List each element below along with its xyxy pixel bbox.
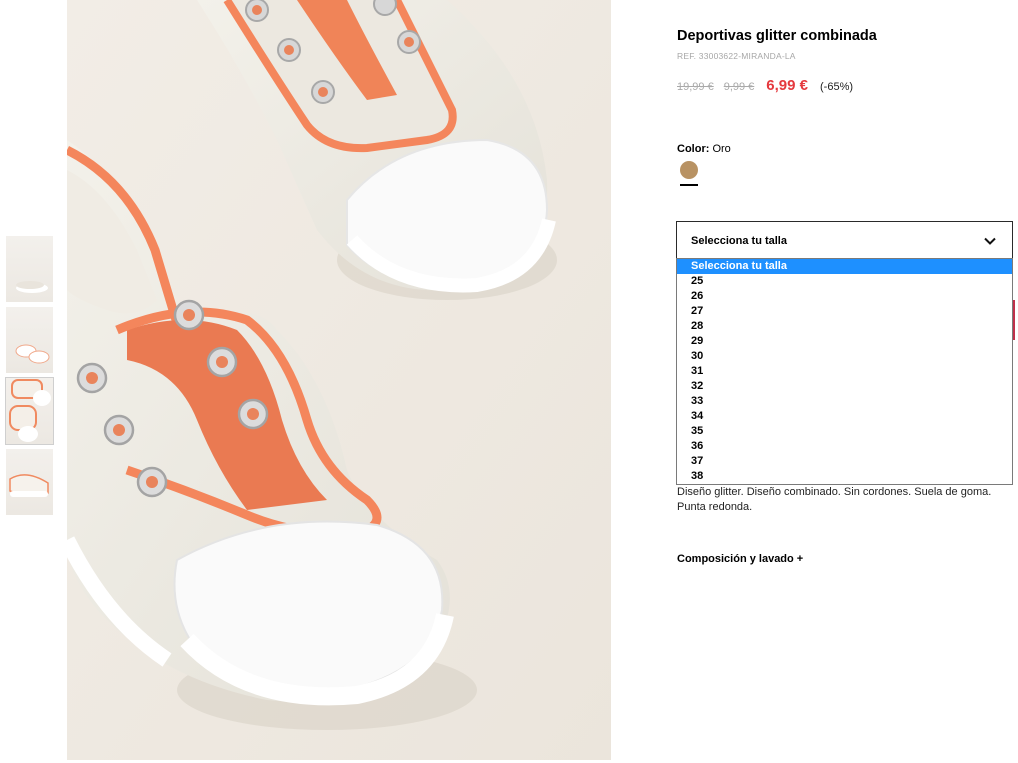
size-option-27[interactable]: 27 (677, 304, 1012, 319)
chevron-down-icon (984, 237, 996, 245)
thumbnail-1-image (16, 281, 48, 293)
size-option-30[interactable]: 30 (677, 349, 1012, 364)
thumbnail-3-image (9, 379, 51, 442)
size-option-37[interactable]: 37 (677, 454, 1012, 469)
price-row: 19,99 € 9,99 € 6,99 € (-65%) (677, 77, 853, 94)
shoe-illustration (67, 0, 611, 760)
size-option-34[interactable]: 34 (677, 409, 1012, 424)
thumbnail-3[interactable] (5, 377, 54, 445)
price-previous: 9,99 € (723, 81, 755, 93)
size-option-28[interactable]: 28 (677, 319, 1012, 334)
size-dropdown-list: Selecciona tu talla 25 26 27 28 29 30 31 32 33 34 3… (676, 258, 1013, 485)
thumbnail-4-image (9, 474, 49, 497)
size-option-32[interactable]: 32 (677, 379, 1012, 394)
product-main-image (67, 0, 611, 760)
size-option-33[interactable]: 33 (677, 394, 1012, 409)
thumbnail-gallery (5, 236, 54, 520)
composition-toggle[interactable]: Composición y lavado + (677, 553, 803, 565)
thumbnail-1[interactable] (6, 236, 53, 302)
size-option-35[interactable]: 35 (677, 424, 1012, 439)
swatch-selected-indicator (680, 184, 698, 186)
size-option-25[interactable]: 25 (677, 274, 1012, 289)
thumbnail-4[interactable] (6, 449, 53, 515)
thumbnail-2[interactable] (6, 307, 53, 373)
price-current: 6,99 € (766, 77, 809, 94)
size-option-29[interactable]: 29 (677, 334, 1012, 349)
discount-badge: (-65%) (820, 81, 854, 93)
color-label-row: Color: Oro (677, 143, 731, 155)
color-value: Oro (712, 143, 731, 155)
size-option-26[interactable]: 26 (677, 289, 1012, 304)
size-option-31[interactable]: 31 (677, 364, 1012, 379)
size-select[interactable]: Selecciona tu talla (676, 221, 1013, 259)
color-label: Color: (677, 143, 710, 155)
size-option-36[interactable]: 36 (677, 439, 1012, 454)
size-option-38[interactable]: 38 (677, 469, 1012, 484)
price-original: 19,99 € (677, 81, 714, 93)
product-reference: REF. 33003622-MIRANDA-LA (677, 51, 796, 61)
color-swatch-oro[interactable] (680, 161, 698, 179)
product-title: Deportivas glitter combinada (677, 28, 877, 44)
size-option-placeholder[interactable]: Selecciona tu talla (677, 259, 1012, 274)
product-description: Diseño glitter. Diseño combinado. Sin co… (677, 486, 992, 513)
thumbnail-2-image (15, 344, 50, 364)
size-select-label: Selecciona tu talla (691, 235, 787, 247)
